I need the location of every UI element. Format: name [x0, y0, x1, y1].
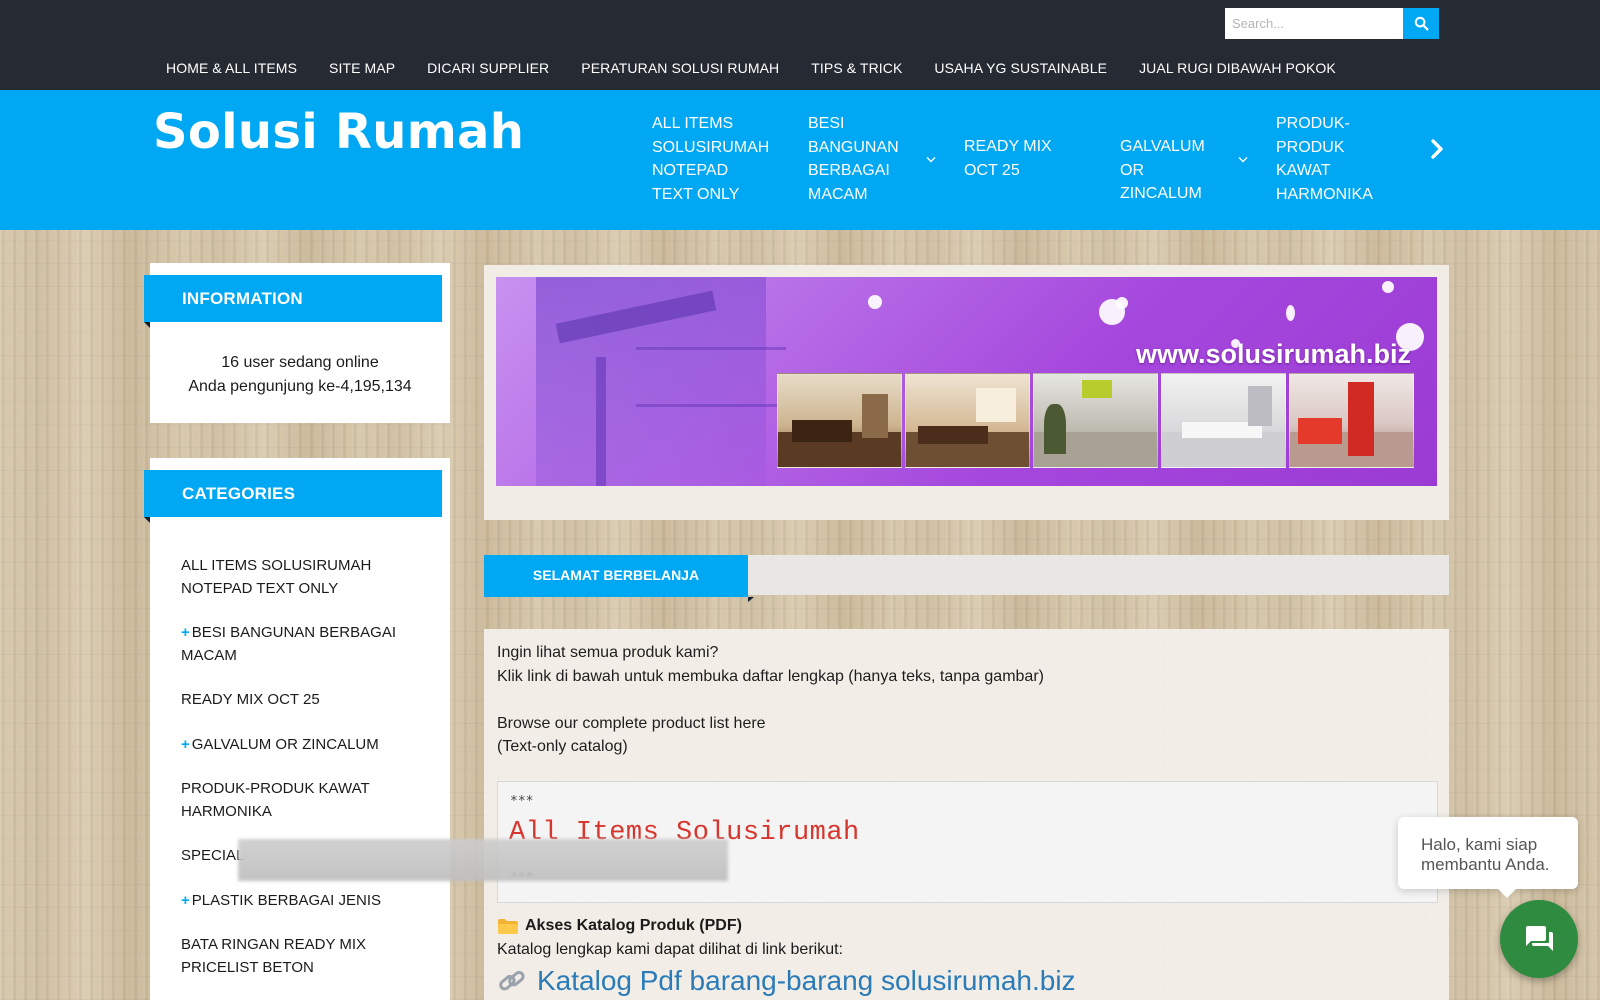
category-label: GALVALUM OR ZINCALUM	[191, 735, 379, 753]
categories-title: CATEGORIES	[144, 470, 442, 523]
plus-icon: +	[181, 891, 190, 909]
mainnav-label: READY MIX OCT 25	[964, 138, 1052, 179]
plus-icon: +	[181, 735, 190, 753]
mainnav-label: PRODUK-PRODUK KAWAT HARMONIKA	[1276, 115, 1373, 203]
interior-thumbnail	[905, 373, 1030, 468]
category-list: ALL ITEMS SOLUSIRUMAH NOTEPAD TEXT ONLY …	[181, 555, 421, 1000]
tab-selamat-berbelanja[interactable]: SELAMAT BERBELANJA	[484, 555, 754, 602]
catalog-heading: Akses Katalog Produk (PDF)	[497, 917, 742, 935]
category-label: BESI BANGUNAN BERBAGAI MACAM	[181, 624, 396, 664]
visitor-count: Anda pengunjung ke-4,195,134	[188, 377, 412, 395]
category-galvalum[interactable]: + GALVALUM OR ZINCALUM	[181, 734, 421, 757]
plus-icon: +	[181, 624, 190, 641]
topnav-peraturan[interactable]: PERATURAN SOLUSI RUMAH	[565, 56, 795, 80]
mainnav-label: BESI BANGUNAN BERBAGAI MACAM	[808, 115, 899, 203]
category-besi-bangunan[interactable]: + BESI BANGUNAN BERBAGAI MACAM	[181, 622, 421, 667]
category-label: PLASTIK BERBAGAI JENIS	[191, 891, 381, 909]
content-tab-bar: SELAMAT BERBELANJA	[484, 555, 1449, 602]
interior-thumbnail	[1033, 373, 1158, 468]
mainnav-label: GALVALUM OR ZINCALUM	[1120, 138, 1205, 202]
information-title: INFORMATION	[144, 275, 442, 328]
top-nav: HOME & ALL ITEMS SITE MAP DICARI SUPPLIE…	[150, 56, 1352, 80]
intro-line: Klik link di bawah untuk membuka daftar …	[497, 667, 1044, 685]
category-kawat-harmonika[interactable]: PRODUK-PRODUK KAWAT HARMONIKA	[181, 778, 421, 823]
site-header: Solusi Rumah ALL ITEMS SOLUSIRUMAH NOTEP…	[0, 90, 1600, 230]
chat-button[interactable]	[1500, 900, 1578, 978]
banner-image[interactable]: www.solusirumah.biz	[496, 277, 1437, 486]
chat-icon	[1526, 926, 1553, 951]
search-button[interactable]	[1403, 8, 1439, 39]
banner-building-detail	[636, 347, 786, 407]
intro-line: (Text-only catalog)	[497, 738, 628, 755]
top-bar: HOME & ALL ITEMS SITE MAP DICARI SUPPLIE…	[0, 0, 1600, 90]
intro-text: Ingin lihat semua produk kami? Klik link…	[497, 641, 1044, 759]
paint-splat	[1286, 305, 1295, 321]
online-count: 16 user sedang online	[221, 354, 379, 371]
folder-icon	[498, 919, 518, 934]
interior-thumbnail	[777, 373, 902, 468]
blurred-overlay	[238, 839, 728, 881]
paint-splat	[1382, 281, 1394, 293]
search-input[interactable]	[1225, 8, 1403, 39]
paint-splat	[1099, 299, 1125, 325]
topnav-site-map[interactable]: SITE MAP	[313, 56, 411, 80]
mainnav-kawat-harmonika[interactable]: PRODUK-PRODUK KAWAT HARMONIKA	[1260, 112, 1416, 206]
category-bata-ringan[interactable]: BATA RINGAN READY MIX PRICELIST BETON	[181, 934, 421, 979]
site-logo[interactable]: Solusi Rumah	[153, 104, 524, 160]
information-panel: INFORMATION 16 user sedang online Anda p…	[144, 263, 450, 423]
category-label: SPECIAL	[181, 847, 245, 864]
category-label: READY MIX OCT 25	[181, 691, 320, 708]
banner-card: www.solusirumah.biz	[484, 265, 1449, 520]
intro-line: Browse our complete product list here	[497, 714, 766, 732]
catalog-heading-text: Akses Katalog Produk (PDF)	[525, 917, 742, 934]
main-nav: ALL ITEMS SOLUSIRUMAH NOTEPAD TEXT ONLY …	[636, 112, 1416, 206]
topnav-dicari-supplier[interactable]: DICARI SUPPLIER	[411, 56, 565, 80]
mainnav-galvalum[interactable]: GALVALUM OR ZINCALUM	[1104, 112, 1260, 206]
banner-url: www.solusirumah.biz	[1136, 339, 1412, 369]
chevron-right-icon	[1431, 139, 1443, 159]
categories-panel: CATEGORIES ALL ITEMS SOLUSIRUMAH NOTEPAD…	[144, 458, 450, 1000]
category-all-items[interactable]: ALL ITEMS SOLUSIRUMAH NOTEPAD TEXT ONLY	[181, 555, 421, 600]
topnav-tips-trick[interactable]: TIPS & TRICK	[795, 56, 918, 80]
chevron-down-icon	[926, 112, 936, 206]
banner-thumbnails	[777, 373, 1414, 468]
catalog-link-text: Katalog Pdf barang-barang solusirumah.bi…	[537, 965, 1076, 996]
interior-thumbnail	[1289, 373, 1414, 468]
chevron-down-icon	[1238, 112, 1248, 206]
topnav-home[interactable]: HOME & ALL ITEMS	[150, 56, 313, 80]
link-icon	[499, 970, 525, 991]
category-plastik[interactable]: + PLASTIK BERBAGAI JENIS	[181, 890, 421, 913]
catalog-pdf-link[interactable]: Katalog Pdf barang-barang solusirumah.bi…	[497, 965, 1076, 997]
intro-line: Ingin lihat semua produk kami?	[497, 644, 719, 661]
category-label: ALL ITEMS SOLUSIRUMAH NOTEPAD TEXT ONLY	[181, 557, 372, 597]
search-icon	[1414, 16, 1428, 31]
mainnav-besi-bangunan[interactable]: BESI BANGUNAN BERBAGAI MACAM	[792, 112, 948, 206]
search-bar	[1225, 8, 1439, 39]
category-label: PRODUK-PRODUK KAWAT HARMONIKA	[181, 780, 370, 820]
nav-next-button[interactable]	[1426, 134, 1448, 164]
mainnav-ready-mix[interactable]: READY MIX OCT 25	[948, 112, 1104, 206]
mainnav-label: ALL ITEMS SOLUSIRUMAH NOTEPAD TEXT ONLY	[652, 115, 770, 203]
content-card: Ingin lihat semua produk kami? Klik link…	[484, 629, 1449, 1000]
topnav-jual-rugi[interactable]: JUAL RUGI DIBAWAH POKOK	[1123, 56, 1352, 80]
category-label: BATA RINGAN READY MIX PRICELIST BETON	[181, 936, 367, 976]
interior-thumbnail	[1161, 373, 1286, 468]
topnav-usaha-sustainable[interactable]: USAHA YG SUSTAINABLE	[918, 56, 1123, 80]
banner-building-detail	[596, 357, 606, 486]
code-stars-top: ***	[510, 794, 534, 809]
chat-greeting-bubble[interactable]: Halo, kami siap membantu Anda.	[1398, 817, 1578, 898]
paint-splat	[868, 295, 882, 309]
category-ready-mix[interactable]: READY MIX OCT 25	[181, 689, 421, 712]
information-text: 16 user sedang online Anda pengunjung ke…	[150, 351, 450, 398]
catalog-text: Katalog lengkap kami dapat dilihat di li…	[497, 941, 843, 958]
mainnav-all-items[interactable]: ALL ITEMS SOLUSIRUMAH NOTEPAD TEXT ONLY	[636, 112, 792, 206]
